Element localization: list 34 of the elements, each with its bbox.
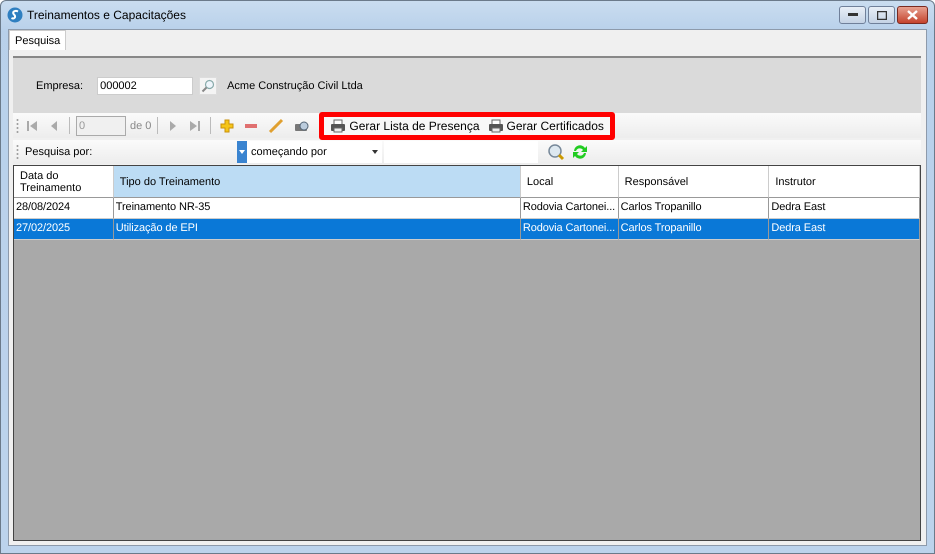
print-button[interactable]: Gerar Lista de Presença [328,118,482,132]
table-cell: Carlos Tropanillo [618,219,770,240]
column-header[interactable]: Tipo do Treinamento [114,166,521,198]
grip-icon [16,118,19,134]
close-icon [907,10,918,20]
table-row[interactable]: 28/08/2024 Treinamento NR-35 Rodovia Cartonei... Carlos Tropanillo Dedra East [14,198,920,219]
table-cell: 27/02/2025 [14,219,114,240]
company-label: Empresa: [36,80,84,92]
caret-icon [239,150,245,154]
printer-icon [488,118,504,132]
search-by-label: Pesquisa por: [25,146,94,158]
company-code-field[interactable]: 000002 [97,76,194,94]
record-count: de 0 [130,120,152,132]
maximize-button[interactable] [868,6,895,24]
minimize-button[interactable] [839,6,866,24]
search-button[interactable] [199,76,218,94]
printer-icon [330,118,346,132]
search-field[interactable] [384,141,538,163]
table-cell: Dedra East [769,219,920,240]
close-button[interactable] [897,6,928,24]
table-cell: Rodovia Cartonei... [520,219,619,240]
company-name: Acme Construção Civil Ltda [227,80,363,92]
field-dropdown[interactable] [237,141,247,163]
maximize-icon [876,10,886,20]
match-mode-dropdown[interactable]: começando por [247,141,382,163]
app-logo-icon [7,7,23,23]
table-row[interactable]: 27/02/2025 Utilização de EPI Rodovia Cartonei... Carlos Tropanillo Dedra East [14,219,920,240]
tab[interactable]: Pesquisa [9,30,66,50]
minimize-icon [848,13,858,17]
grip-icon [16,144,19,160]
print-button[interactable]: Gerar Certificados [486,118,606,132]
table-cell: Utilização de EPI [114,219,521,240]
window-title: Treinamentos e Capacitações [27,8,187,22]
caret-icon [372,150,378,154]
